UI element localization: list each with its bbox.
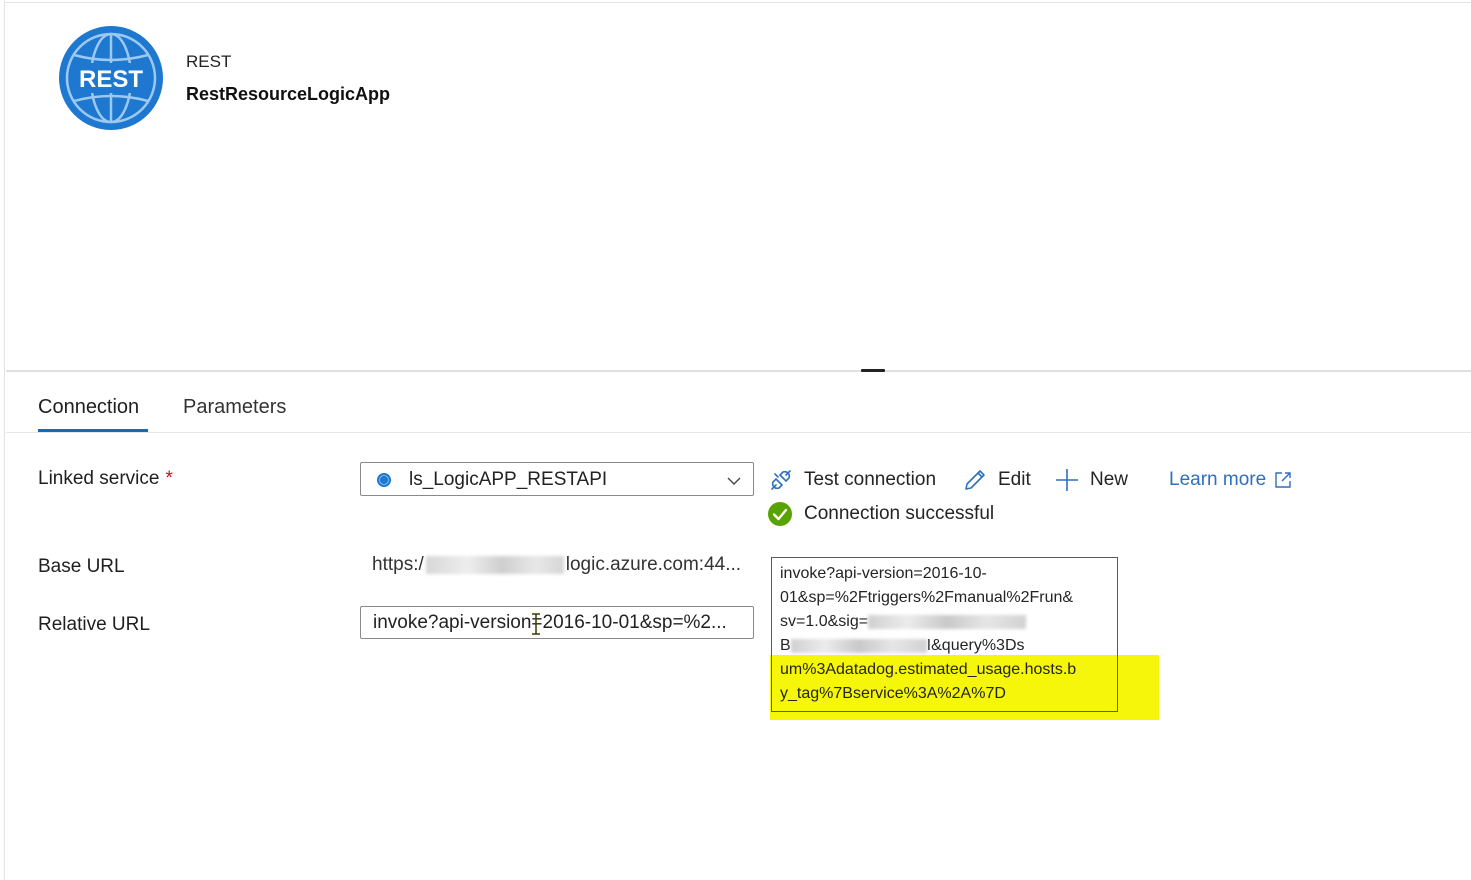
external-link-icon (1275, 472, 1291, 488)
tooltip-line-2: 01&sp=%2Ftriggers%2Fmanual%2Frun& (780, 589, 1074, 606)
edit-button[interactable]: Edit (962, 466, 1031, 494)
tab-connection[interactable]: Connection (38, 396, 139, 419)
connection-status-text: Connection successful (804, 503, 995, 524)
rest-service-icon (377, 473, 391, 487)
rest-logo-icon: REST (59, 26, 163, 130)
tooltip-line-1: invoke?api-version=2016-10- (780, 565, 987, 582)
success-check-icon (768, 502, 792, 526)
relative-url-label: Relative URL (38, 614, 150, 635)
pencil-icon (965, 470, 985, 490)
pane-divider (6, 370, 1471, 372)
tooltip-line-5: um%3Adatadog.estimated_usage.hosts.b (780, 661, 1077, 678)
tooltip-line-4-suffix: I&query%3Ds (926, 637, 1025, 654)
base-url-suffix: logic.azure.com:44... (565, 554, 742, 575)
tooltip-line-4-prefix: B (780, 637, 791, 654)
new-button[interactable]: New (1054, 466, 1128, 494)
new-label: New (1090, 469, 1129, 490)
tooltip-line-6: y_tag%7Bservice%3A%2A%7D (780, 685, 1006, 702)
tooltip-line-3: sv=1.0&sig= (780, 613, 1027, 631)
dataset-type-label: REST (186, 52, 232, 71)
connection-status: Connection successful (768, 502, 994, 526)
test-connection-label: Test connection (804, 469, 937, 490)
base-url-label: Base URL (38, 556, 125, 577)
text-cursor-icon (532, 613, 540, 635)
required-asterisk: * (165, 468, 173, 489)
redacted-host (425, 555, 564, 574)
relative-url-value: invoke?api-version=2016-10-01&sp=%2... (373, 612, 727, 633)
redacted-signature-2 (790, 638, 927, 653)
linked-service-value: ls_LogicAPP_RESTAPI (409, 469, 608, 490)
learn-more-link[interactable]: Learn more (1169, 466, 1292, 494)
logo-text: REST (79, 66, 143, 93)
plus-icon (1056, 469, 1078, 491)
edit-label: Edit (998, 469, 1031, 490)
tab-parameters[interactable]: Parameters (183, 396, 286, 419)
relative-url-input[interactable]: invoke?api-version=2016-10-01&sp=%2... (360, 606, 754, 639)
plug-icon (771, 470, 791, 490)
base-url-value: https:/ logic.azure.com:44... (372, 554, 741, 576)
base-url-prefix: https:/ (372, 554, 424, 575)
tooltip-line-3-prefix: sv=1.0&sig= (780, 613, 869, 630)
linked-service-select[interactable]: ls_LogicAPP_RESTAPI (360, 462, 754, 496)
chevron-down-icon (727, 477, 741, 485)
splitter-handle[interactable] (861, 369, 885, 372)
learn-more-label: Learn more (1169, 469, 1267, 490)
dataset-name: RestResourceLogicApp (186, 84, 391, 104)
test-connection-button[interactable]: Test connection (768, 466, 936, 494)
redacted-signature (868, 614, 1027, 629)
tooltip-line-4: B I&query%3Ds (780, 637, 1025, 655)
panel-top-border (4, 2, 1471, 3)
tabs-divider (6, 432, 1471, 433)
panel-left-border (4, 0, 5, 880)
linked-service-label: Linked service * (38, 468, 173, 490)
linked-service-label-text: Linked service (38, 468, 160, 489)
